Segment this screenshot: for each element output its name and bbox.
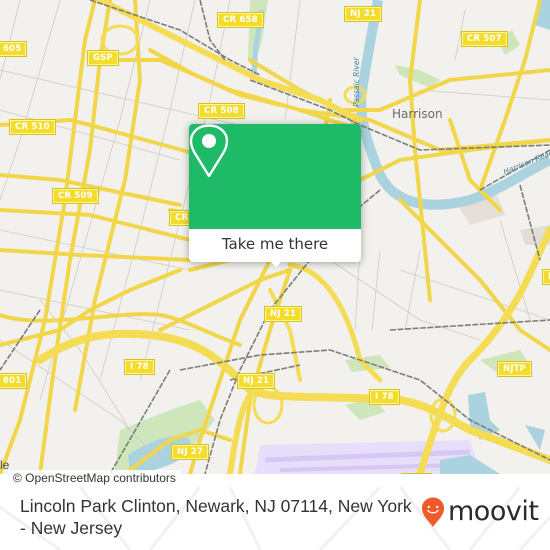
road-shield-cr-510: CR 510 xyxy=(9,119,56,135)
moovit-brand[interactable]: moovit xyxy=(420,496,539,528)
moovit-wordmark: moovit xyxy=(448,496,539,527)
popup-header xyxy=(189,124,361,229)
road-shield-njtp: NJTP xyxy=(496,361,533,377)
road-shield-nj-27: NJ 27 xyxy=(170,444,210,460)
river-label-passaic: Passaic River xyxy=(352,57,361,107)
road-shield-nj-21: NJ 21 xyxy=(343,6,383,22)
road-shield-nj-21-south: NJ 21 xyxy=(236,373,276,389)
road-shield-i-78-east: I 78 xyxy=(369,389,400,405)
road-shield-cr-658: CR 658 xyxy=(217,12,264,28)
take-me-there-button[interactable]: Take me there xyxy=(189,229,361,262)
address-text: Lincoln Park Clinton, Newark, NJ 07114, … xyxy=(20,496,412,538)
moovit-pin-smile-icon xyxy=(422,497,444,527)
road-shield-i-78-west: I 78 xyxy=(124,359,155,375)
map-view[interactable]: CR 658 NJ 21 605 GSP CR 507 CR 508 CR 51… xyxy=(0,0,550,474)
road-shield-cr-509: CR 509 xyxy=(52,188,99,204)
map-attribution[interactable]: © OpenStreetMap contributors xyxy=(8,470,181,487)
popup-tail xyxy=(269,260,283,267)
road-shield-cr-508: CR 508 xyxy=(198,103,245,119)
road-shield-cr-507: CR 507 xyxy=(461,31,508,47)
road-shield-605: 605 xyxy=(0,41,28,57)
road-shield-601: 601 xyxy=(0,373,28,389)
road-shield-i-edge: I xyxy=(541,269,550,285)
map-pin-icon xyxy=(189,124,229,178)
footer: Lincoln Park Clinton, Newark, NJ 07114, … xyxy=(0,487,550,550)
place-label-harrison: Harrison xyxy=(392,107,443,121)
road-shield-gsp: GSP xyxy=(87,50,119,66)
road-shield-nj-21-center: NJ 21 xyxy=(263,306,303,322)
location-popup: Take me there xyxy=(189,124,361,267)
